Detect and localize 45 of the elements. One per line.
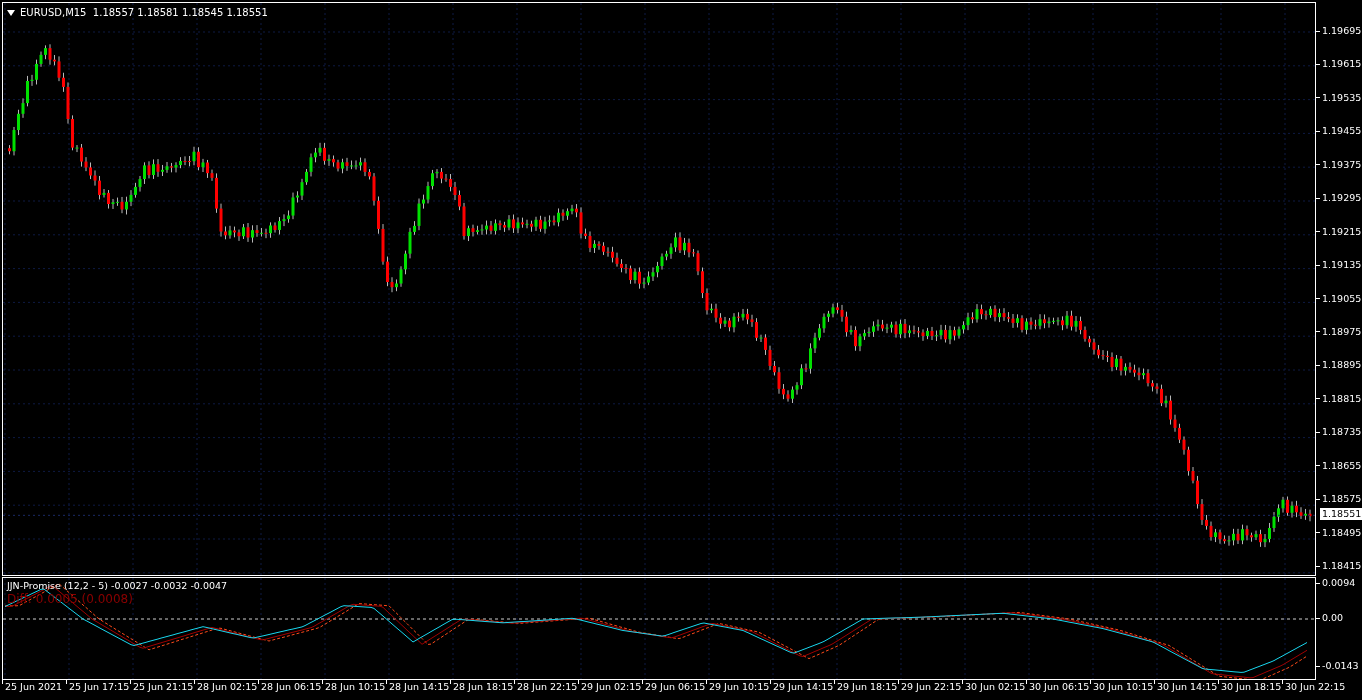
- time-label: 30 Jun 06:15: [1029, 680, 1090, 694]
- time-label: 30 Jun 02:15: [965, 680, 1026, 694]
- indicator-scale-label: 0.00: [1322, 612, 1344, 624]
- indicator-title: JJN-Promise (12,2 - 5) -0.0027 -0.0032 -0.0047: [7, 580, 228, 592]
- price-label: 1.19215: [1322, 225, 1362, 238]
- time-label: 30 Jun 18:15: [1221, 680, 1282, 694]
- time-label: 25 Jun 17:15: [69, 680, 130, 694]
- price-label: 1.19295: [1322, 192, 1362, 205]
- dropdown-icon[interactable]: [7, 9, 15, 16]
- price-label: 1.19615: [1322, 58, 1362, 71]
- price-label: 1.19055: [1322, 292, 1362, 305]
- time-label: 29 Jun 18:15: [837, 680, 898, 694]
- time-label: 29 Jun 02:15: [581, 680, 642, 694]
- time-label: 28 Jun 10:15: [325, 680, 386, 694]
- price-label: 1.18735: [1322, 426, 1362, 439]
- time-label: 29 Jun 06:15: [645, 680, 706, 694]
- time-label: 30 Jun 10:15: [1093, 680, 1154, 694]
- time-label: 28 Jun 14:15: [389, 680, 450, 694]
- price-label: 1.19695: [1322, 25, 1362, 37]
- price-label: 1.19375: [1322, 158, 1362, 171]
- price-label: 1.18895: [1322, 359, 1362, 372]
- time-label: 28 Jun 18:15: [453, 680, 514, 694]
- time-label: 29 Jun 10:15: [709, 680, 770, 694]
- time-label: 30 Jun 22:15: [1285, 680, 1346, 694]
- time-label: 29 Jun 14:15: [773, 680, 834, 694]
- price-label: 1.19135: [1322, 259, 1362, 272]
- price-label: 1.18815: [1322, 392, 1362, 405]
- time-label: 25 Jun 2021: [5, 680, 63, 694]
- time-label: 25 Jun 21:15: [133, 680, 194, 694]
- indicator-scale-label: 0.0094: [1322, 577, 1356, 589]
- price-label: 1.18975: [1322, 325, 1362, 338]
- indicator-scale-label: -0.0143: [1322, 660, 1359, 672]
- symbol-quote: EURUSD,M15 1.18557 1.18581 1.18545 1.18551: [20, 7, 268, 18]
- time-label: 30 Jun 14:15: [1157, 680, 1218, 694]
- price-label: 1.18575: [1322, 493, 1362, 506]
- price-label: 1.18655: [1322, 459, 1362, 472]
- price-label: 1.18415: [1322, 560, 1362, 572]
- price-label: 1.19455: [1322, 125, 1362, 138]
- time-label: 28 Jun 02:15: [197, 680, 258, 694]
- time-label: 29 Jun 22:15: [901, 680, 962, 694]
- time-label: 28 Jun 06:15: [261, 680, 322, 694]
- current-price-label: 1.18551: [1320, 508, 1362, 520]
- price-label: 1.19535: [1322, 91, 1362, 104]
- price-label: 1.18495: [1322, 526, 1362, 539]
- time-label: 28 Jun 22:15: [517, 680, 578, 694]
